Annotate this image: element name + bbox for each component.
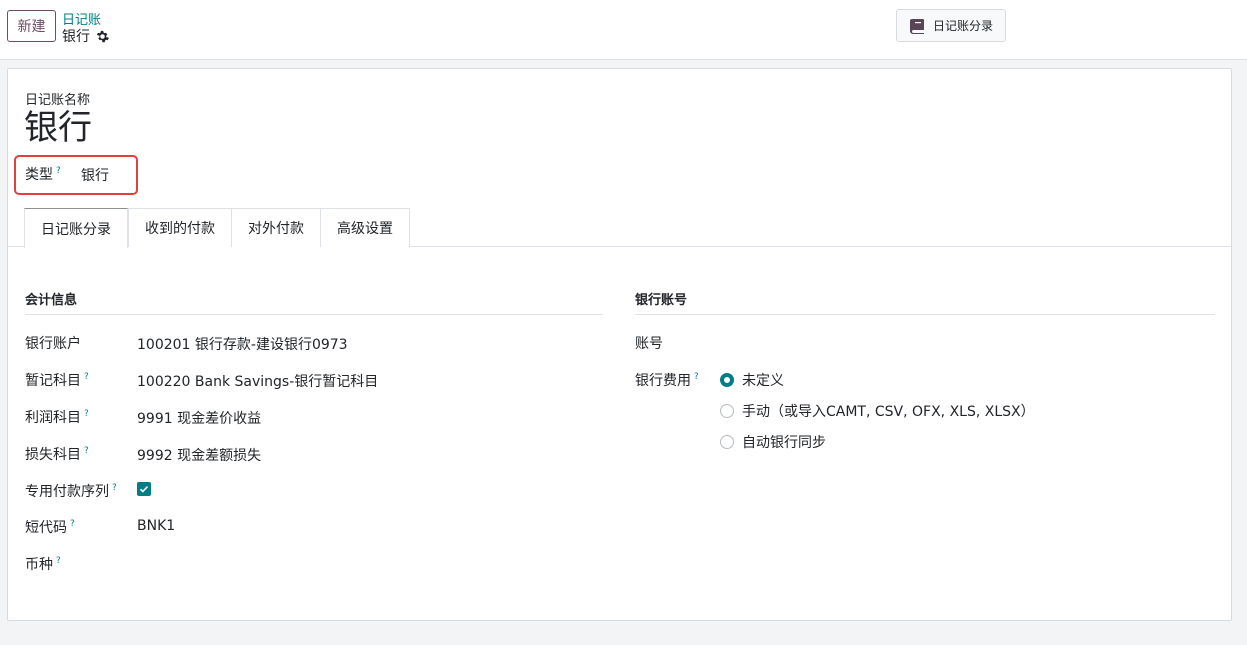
radio-label: 自动银行同步	[742, 435, 826, 451]
help-icon[interactable]: ?	[70, 519, 75, 529]
check-icon	[139, 486, 149, 493]
suspense-account-label-text: 暂记科目	[25, 373, 81, 389]
dedicated-sequence-checkbox[interactable]	[137, 482, 151, 496]
tab-journal-entries[interactable]: 日记账分录	[24, 208, 128, 248]
tab-incoming-payments[interactable]: 收到的付款	[128, 208, 232, 247]
bank-account-label-text: 银行账户	[25, 336, 81, 352]
type-label: 类型?	[25, 164, 61, 184]
control-panel: 新建 日记账 银行 日记账分录	[0, 0, 1247, 60]
dedicated-sequence-label-text: 专用付款序列	[25, 484, 109, 500]
suspense-account-label: 暂记科目?	[25, 370, 89, 390]
bank-account-number-title: 银行账号	[635, 289, 1215, 315]
help-icon[interactable]: ?	[112, 483, 117, 493]
loss-account-label-text: 损失科目	[25, 447, 81, 463]
new-button[interactable]: 新建	[7, 10, 56, 42]
type-label-text: 类型	[25, 167, 53, 183]
radio-label: 未定义	[742, 373, 784, 389]
help-icon[interactable]: ?	[56, 556, 61, 566]
loss-account-value[interactable]: 9992 现金差额损失	[137, 445, 261, 465]
profit-account-label-text: 利润科目	[25, 410, 81, 426]
account-number-label: 账号	[635, 336, 663, 352]
journal-entries-label: 日记账分录	[932, 19, 993, 33]
tab-advanced-settings[interactable]: 高级设置	[320, 208, 410, 247]
dedicated-sequence-label: 专用付款序列?	[25, 481, 117, 501]
currency-label-text: 币种	[25, 557, 53, 573]
short-code-label: 短代码?	[25, 517, 75, 537]
loss-account-label: 损失科目?	[25, 444, 89, 464]
notebook-tabs: 日记账分录 收到的付款 对外付款 高级设置	[8, 208, 1231, 248]
type-help-icon[interactable]: ?	[56, 166, 61, 176]
help-icon[interactable]: ?	[694, 372, 699, 382]
bank-account-value[interactable]: 100201 银行存款-建设银行0973	[137, 334, 348, 354]
radio-undefined[interactable]: 未定义	[720, 370, 784, 390]
radio-button[interactable]	[720, 435, 734, 449]
breadcrumb-current-label: 银行	[62, 29, 90, 45]
gear-icon[interactable]	[96, 30, 109, 43]
radio-label: 手动（或导入CAMT, CSV, OFX, XLS, XLSX）	[742, 404, 1035, 420]
suspense-account-value[interactable]: 100220 Bank Savings-银行暂记科目	[137, 371, 378, 391]
bank-account-label: 银行账户	[25, 333, 81, 353]
tab-outgoing-payments[interactable]: 对外付款	[231, 208, 321, 247]
short-code-value[interactable]: BNK1	[137, 518, 175, 534]
type-value[interactable]: 银行	[81, 165, 109, 185]
currency-label: 币种?	[25, 554, 61, 574]
short-code-label-text: 短代码	[25, 520, 67, 536]
journal-entries-button[interactable]: 日记账分录	[896, 9, 1006, 42]
accounting-info-title: 会计信息	[25, 289, 603, 315]
profit-account-label: 利润科目?	[25, 407, 89, 427]
journal-name-input[interactable]: 银行	[24, 106, 92, 150]
radio-auto-sync[interactable]: 自动银行同步	[720, 432, 826, 452]
form-sheet: 日记账名称 银行 类型? 银行 日记账分录 收到的付款 对外付款 高级设置 会计…	[7, 68, 1232, 621]
profit-account-value[interactable]: 9991 现金差价收益	[137, 408, 261, 428]
help-icon[interactable]: ?	[84, 446, 89, 456]
bank-fees-label: 银行费用?	[635, 370, 699, 390]
help-icon[interactable]: ?	[84, 372, 89, 382]
radio-button[interactable]	[720, 404, 734, 418]
help-icon[interactable]: ?	[84, 409, 89, 419]
radio-button[interactable]	[720, 373, 734, 387]
bank-fees-label-text: 银行费用	[635, 373, 691, 389]
breadcrumb-current: 银行	[62, 26, 109, 46]
radio-manual[interactable]: 手动（或导入CAMT, CSV, OFX, XLS, XLSX）	[720, 401, 1035, 421]
book-icon	[909, 18, 924, 34]
